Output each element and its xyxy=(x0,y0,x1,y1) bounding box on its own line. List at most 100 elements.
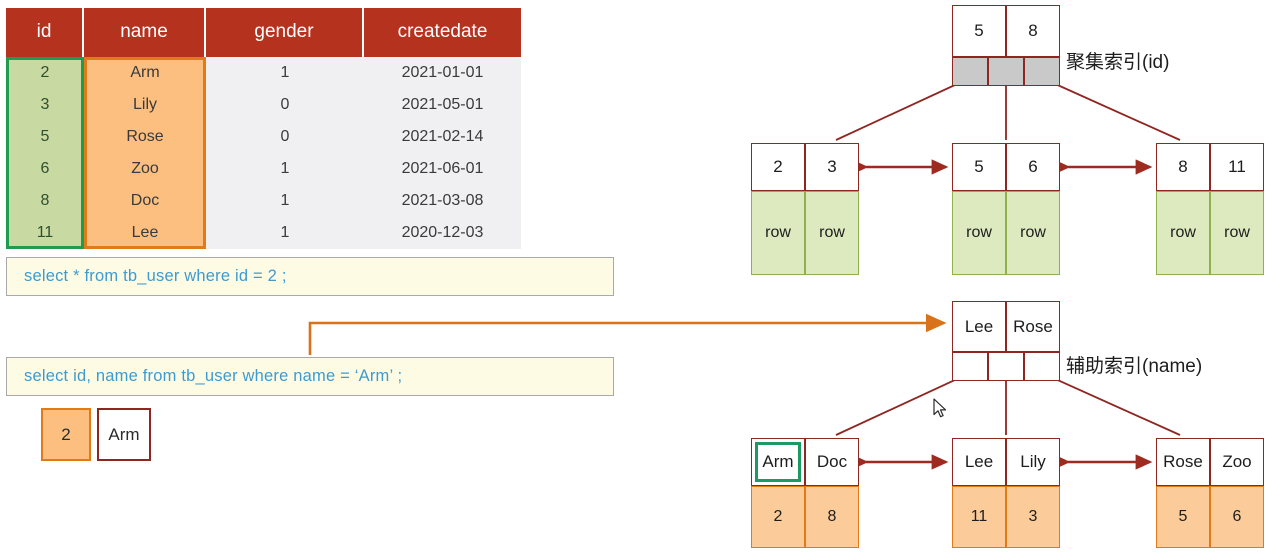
secondary-root-key: Lee xyxy=(952,301,1006,352)
clustered-leaf-key: 8 xyxy=(1156,143,1210,191)
sql-query-box-2: select id, name from tb_user where name … xyxy=(6,357,614,396)
secondary-leaf-node: Rose Zoo 5 6 xyxy=(1156,438,1264,548)
cell-createdate: 2021-01-01 xyxy=(401,64,484,81)
secondary-leaf-value: 11 xyxy=(952,486,1006,548)
cell-id: 3 xyxy=(40,96,50,113)
secondary-root-pointer xyxy=(952,352,988,381)
clustered-root-pointers xyxy=(952,57,1060,86)
clustered-leaf-node: 2 3 row row xyxy=(751,143,859,275)
clustered-leaf-row: row xyxy=(751,191,805,275)
secondary-leaf-node: Arm Doc 2 8 xyxy=(751,438,859,548)
clustered-leaf-row: row xyxy=(805,191,859,275)
table-header-createdate: createdate xyxy=(364,8,521,57)
secondary-leaf-key: Doc xyxy=(805,438,859,486)
secondary-root-keys: Lee Rose xyxy=(952,301,1060,352)
cell-createdate: 2021-05-01 xyxy=(401,96,484,113)
secondary-leaf-value: 8 xyxy=(805,486,859,548)
cell-name: Doc xyxy=(130,192,160,209)
secondary-leaf-values: 5 6 xyxy=(1156,486,1264,548)
cell-name: Arm xyxy=(130,64,160,81)
secondary-leaf-keys: Rose Zoo xyxy=(1156,438,1264,486)
clustered-root-keys: 5 8 xyxy=(952,5,1060,57)
user-data-table: id name gender createdate 2 Arm 1 2021-0… xyxy=(6,8,521,249)
cell-gender: 0 xyxy=(280,96,290,113)
secondary-leaf-value: 2 xyxy=(751,486,805,548)
clustered-leaf-keys: 5 6 xyxy=(952,143,1060,191)
cell-gender: 1 xyxy=(280,192,290,209)
cell-name: Lily xyxy=(132,96,157,113)
sql-query-text-1: select * from tb_user where id = 2 ; xyxy=(24,267,287,285)
cell-gender: 0 xyxy=(280,128,290,145)
secondary-leaf-key: Rose xyxy=(1156,438,1210,486)
cell-name: Rose xyxy=(126,128,164,145)
clustered-root-node: 5 8 xyxy=(952,5,1060,86)
result-cell-name: Arm xyxy=(97,408,151,461)
cell-name: Lee xyxy=(131,224,159,241)
table-row: 8 Doc 1 2021-03-08 xyxy=(6,185,521,217)
sql-query-box-1: select * from tb_user where id = 2 ; xyxy=(6,257,614,296)
clustered-index-label: 聚集索引(id) xyxy=(1066,52,1170,73)
cell-id: 8 xyxy=(40,192,50,209)
clustered-leaf-key: 6 xyxy=(1006,143,1060,191)
secondary-leaf-key: Lily xyxy=(1006,438,1060,486)
clustered-leaf-row: row xyxy=(1006,191,1060,275)
clustered-root-pointer xyxy=(988,57,1024,86)
secondary-leaf-node: Lee Lily 11 3 xyxy=(952,438,1060,548)
clustered-leaf-keys: 2 3 xyxy=(751,143,859,191)
clustered-leaf-rows: row row xyxy=(952,191,1060,275)
cell-id: 2 xyxy=(40,64,50,81)
table-header-gender: gender xyxy=(206,8,364,57)
cell-createdate: 2021-06-01 xyxy=(401,160,484,177)
clustered-leaf-node: 5 6 row row xyxy=(952,143,1060,275)
secondary-leaf-key: Lee xyxy=(952,438,1006,486)
table-body: 2 Arm 1 2021-01-01 3 Lily 0 2021-05-01 5… xyxy=(6,57,521,249)
clustered-leaf-node: 8 11 row row xyxy=(1156,143,1264,275)
table-header-row: id name gender createdate xyxy=(6,8,521,57)
clustered-root-pointer xyxy=(1024,57,1060,86)
cell-createdate: 2021-03-08 xyxy=(401,192,484,209)
clustered-leaf-rows: row row xyxy=(1156,191,1264,275)
table-row: 3 Lily 0 2021-05-01 xyxy=(6,89,521,121)
cell-id: 5 xyxy=(40,128,50,145)
cell-id: 11 xyxy=(36,224,54,241)
diagram-canvas: id name gender createdate 2 Arm 1 2021-0… xyxy=(0,0,1268,559)
secondary-leaf-value: 5 xyxy=(1156,486,1210,548)
secondary-root-pointer xyxy=(1024,352,1060,381)
clustered-leaf-key: 5 xyxy=(952,143,1006,191)
clustered-leaf-rows: row row xyxy=(751,191,859,275)
cell-gender: 1 xyxy=(280,224,290,241)
cell-name: Zoo xyxy=(131,160,159,177)
secondary-leaf-key: Zoo xyxy=(1210,438,1264,486)
clustered-leaf-row: row xyxy=(952,191,1006,275)
clustered-leaf-key: 3 xyxy=(805,143,859,191)
secondary-leaf-keys: Lee Lily xyxy=(952,438,1060,486)
clustered-leaf-key: 11 xyxy=(1210,143,1264,191)
table-header-id: id xyxy=(6,8,84,57)
clustered-root-pointer xyxy=(952,57,988,86)
cell-gender: 1 xyxy=(280,160,290,177)
clustered-leaf-key: 2 xyxy=(751,143,805,191)
clustered-leaf-keys: 8 11 xyxy=(1156,143,1264,191)
secondary-index-label: 辅助索引(name) xyxy=(1066,356,1203,377)
secondary-leaf-values: 2 8 xyxy=(751,486,859,548)
secondary-leaf-value: 3 xyxy=(1006,486,1060,548)
sql-query-text-2: select id, name from tb_user where name … xyxy=(24,367,403,385)
cell-createdate: 2020-12-03 xyxy=(401,224,484,241)
table-row: 5 Rose 0 2021-02-14 xyxy=(6,121,521,153)
secondary-root-key: Rose xyxy=(1006,301,1060,352)
secondary-leaf-key-highlighted: Arm xyxy=(751,438,805,486)
secondary-root-pointers xyxy=(952,352,1060,381)
table-row: 11 Lee 1 2020-12-03 xyxy=(6,217,521,249)
secondary-leaf-value: 6 xyxy=(1210,486,1264,548)
cell-createdate: 2021-02-14 xyxy=(401,128,484,145)
cell-id: 6 xyxy=(40,160,50,177)
result-cell-id: 2 xyxy=(41,408,91,461)
mouse-cursor-icon xyxy=(933,398,947,418)
clustered-leaf-row: row xyxy=(1156,191,1210,275)
cell-gender: 1 xyxy=(280,64,290,81)
secondary-root-node: Lee Rose xyxy=(952,301,1060,381)
table-header-name: name xyxy=(84,8,206,57)
clustered-leaf-row: row xyxy=(1210,191,1264,275)
clustered-root-key: 8 xyxy=(1006,5,1060,57)
secondary-leaf-values: 11 3 xyxy=(952,486,1060,548)
